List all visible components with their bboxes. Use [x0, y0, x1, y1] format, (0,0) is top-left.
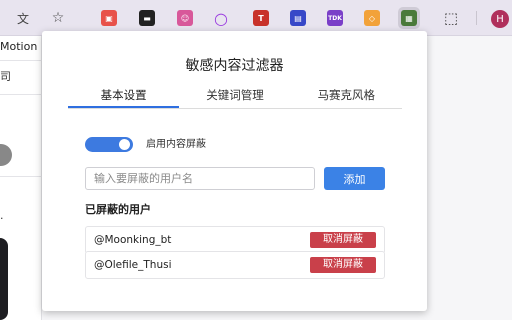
toolbar-divider	[476, 11, 477, 25]
page-dark-card	[0, 238, 8, 320]
page-left-column: Motion 司 ·	[0, 36, 42, 320]
ext-orange-icon[interactable]: ◇	[361, 7, 383, 29]
tab-keyword-management[interactable]: 关键词管理	[179, 83, 290, 108]
blocked-username: @Olefile_Thusi	[94, 259, 172, 271]
unblock-button[interactable]: 取消屏蔽	[310, 257, 376, 273]
page-fragment-motion: Motion	[0, 40, 38, 53]
ext-doc-icon[interactable]: ▤	[287, 7, 309, 29]
enable-blocking-label: 启用内容屏蔽	[146, 139, 206, 150]
ext-t-icon[interactable]: T	[250, 7, 272, 29]
ext-pink-icon[interactable]: ☺	[174, 7, 196, 29]
username-input[interactable]	[85, 167, 315, 190]
add-button[interactable]: 添加	[324, 167, 385, 190]
star-icon[interactable]: ☆	[47, 7, 69, 29]
page-fragment-dot: ·	[0, 212, 4, 225]
ext-cube-icon[interactable]: ▣	[98, 7, 120, 29]
ext-tdk-icon[interactable]: TDK	[324, 7, 346, 29]
enable-blocking-toggle[interactable]	[85, 137, 133, 152]
blocked-username: @Moonking_bt	[94, 234, 172, 246]
toggle-knob	[119, 139, 130, 150]
filter-popup: 敏感内容过滤器 基本设置 关键词管理 马赛克风格 启用内容屏蔽 添加 已屏蔽的用…	[42, 31, 427, 311]
ext-filter-icon[interactable]: ▦	[398, 7, 420, 29]
blocked-user-row: @Olefile_Thusi 取消屏蔽	[85, 251, 385, 279]
page-divider	[0, 94, 42, 95]
translate-icon[interactable]: 文	[12, 7, 34, 29]
unblock-button[interactable]: 取消屏蔽	[310, 232, 376, 248]
blocked-user-row: @Moonking_bt 取消屏蔽	[85, 226, 385, 254]
puzzle-icon[interactable]: ⬚	[440, 7, 462, 29]
popup-tabs: 基本设置 关键词管理 马赛克风格	[68, 83, 402, 109]
page-grey-button	[0, 144, 12, 166]
profile-avatar[interactable]: H	[491, 10, 509, 28]
page-divider	[0, 176, 42, 177]
blocked-users-title: 已屏蔽的用户	[85, 203, 151, 216]
tab-mosaic-style[interactable]: 马赛克风格	[291, 83, 402, 108]
ext-terminal-icon[interactable]: ▬	[136, 7, 158, 29]
page-fragment-text: 司	[0, 70, 11, 83]
page-divider	[0, 60, 42, 61]
popup-title: 敏感内容过滤器	[185, 58, 284, 74]
tab-basic-settings[interactable]: 基本设置	[68, 83, 180, 108]
ext-ring-icon[interactable]: ○	[210, 7, 232, 29]
